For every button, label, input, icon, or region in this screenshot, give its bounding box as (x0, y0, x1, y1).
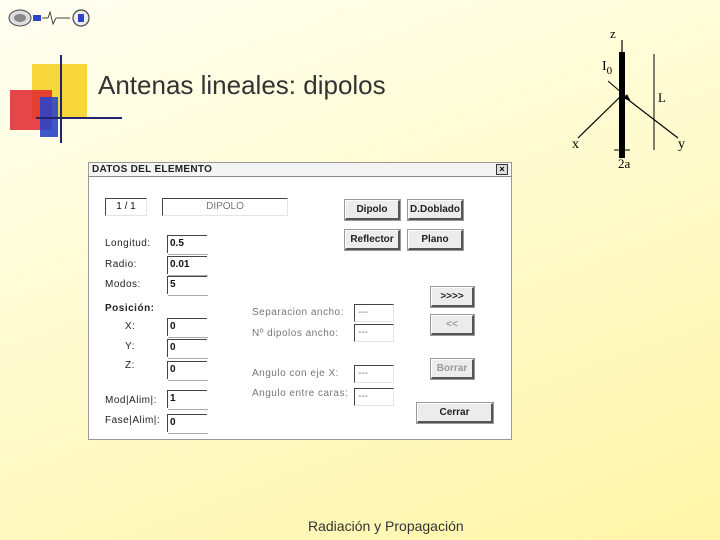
y-label: y (678, 137, 685, 152)
n-dipolos-ancho-label: Nº dipolos ancho: (252, 328, 339, 339)
n-dipolos-ancho-input[interactable]: --- (354, 324, 394, 342)
decor-horizontal-line (36, 117, 122, 119)
y-axis (621, 94, 679, 139)
angulo-caras-input[interactable]: --- (354, 388, 394, 406)
z-coord-value: 0 (170, 364, 176, 375)
radius-label: 2a (618, 156, 631, 171)
dipolo-button[interactable]: Dipolo (344, 199, 401, 221)
mod-alim-input[interactable]: 1 (167, 390, 208, 410)
fase-alim-label: Fase|Alim|: (105, 415, 161, 426)
longitud-label: Longitud: (105, 238, 151, 249)
modos-input[interactable]: 5 (167, 276, 208, 296)
reflector-button[interactable]: Reflector (344, 229, 401, 251)
signal-logo-icon (33, 10, 70, 26)
fase-alim-value: 0 (170, 417, 176, 428)
radio-label: Radio: (105, 259, 137, 270)
dipole-diagram: z I0 L x y 2a (572, 26, 685, 171)
slide-footer: Radiación y Propagación (308, 518, 464, 534)
x-coord-value: 0 (170, 321, 176, 332)
x-coord-label: X: (125, 321, 136, 332)
university-logo-icon (8, 9, 32, 27)
modos-label: Modos: (105, 279, 141, 290)
d-doblado-button[interactable]: D.Doblado (407, 199, 464, 221)
plano-button[interactable]: Plano (407, 229, 464, 251)
mod-alim-label: Mod|Alim|: (105, 395, 157, 406)
separacion-ancho-label: Separacion ancho: (252, 307, 344, 318)
radio-value: 0.01 (170, 259, 190, 270)
angulo-eje-x-label: Angulo con eje X: (252, 368, 339, 379)
next-element-button[interactable]: >>>> (430, 286, 475, 308)
angulo-caras-label: Angulo entre caras: (252, 388, 349, 399)
y-coord-input[interactable]: 0 (167, 339, 208, 359)
z-coord-label: Z: (125, 360, 135, 371)
fase-alim-input[interactable]: 0 (167, 414, 208, 434)
z-label: z (610, 26, 616, 41)
cerrar-button[interactable]: Cerrar (416, 402, 494, 424)
x-axis (577, 94, 623, 139)
current-label: I0 (602, 59, 613, 77)
y-coord-value: 0 (170, 342, 176, 353)
longitud-value: 0.5 (170, 238, 184, 249)
x-label: x (572, 137, 579, 152)
longitud-input[interactable]: 0.5 (167, 235, 208, 255)
crest-logo-icon (72, 9, 90, 27)
prev-element-button[interactable]: << (430, 314, 475, 336)
close-icon[interactable]: × (496, 164, 508, 175)
x-coord-input[interactable]: 0 (167, 318, 208, 338)
z-coord-input[interactable]: 0 (167, 361, 208, 381)
dipole-rod (619, 52, 625, 158)
separacion-ancho-input[interactable]: --- (354, 304, 394, 322)
mod-alim-value: 1 (170, 393, 176, 404)
element-counter-field: 1 / 1 (105, 198, 147, 216)
modos-value: 5 (170, 279, 176, 290)
angulo-eje-x-input[interactable]: --- (354, 365, 394, 383)
decor-vertical-line (60, 55, 62, 143)
length-label: L (658, 90, 666, 105)
borrar-button[interactable]: Borrar (430, 358, 475, 380)
y-coord-label: Y: (125, 341, 135, 352)
element-data-dialog: DATOS DEL ELEMENTO × 1 / 1 DIPOLO Dipolo… (88, 162, 512, 440)
slide-title: Antenas lineales: dipolos (98, 70, 386, 100)
element-type-field: DIPOLO (162, 198, 288, 216)
dialog-title: DATOS DEL ELEMENTO (92, 164, 213, 175)
radio-input[interactable]: 0.01 (167, 256, 208, 276)
dialog-titlebar: DATOS DEL ELEMENTO × (89, 163, 511, 177)
posicion-label: Posición: (105, 303, 155, 314)
